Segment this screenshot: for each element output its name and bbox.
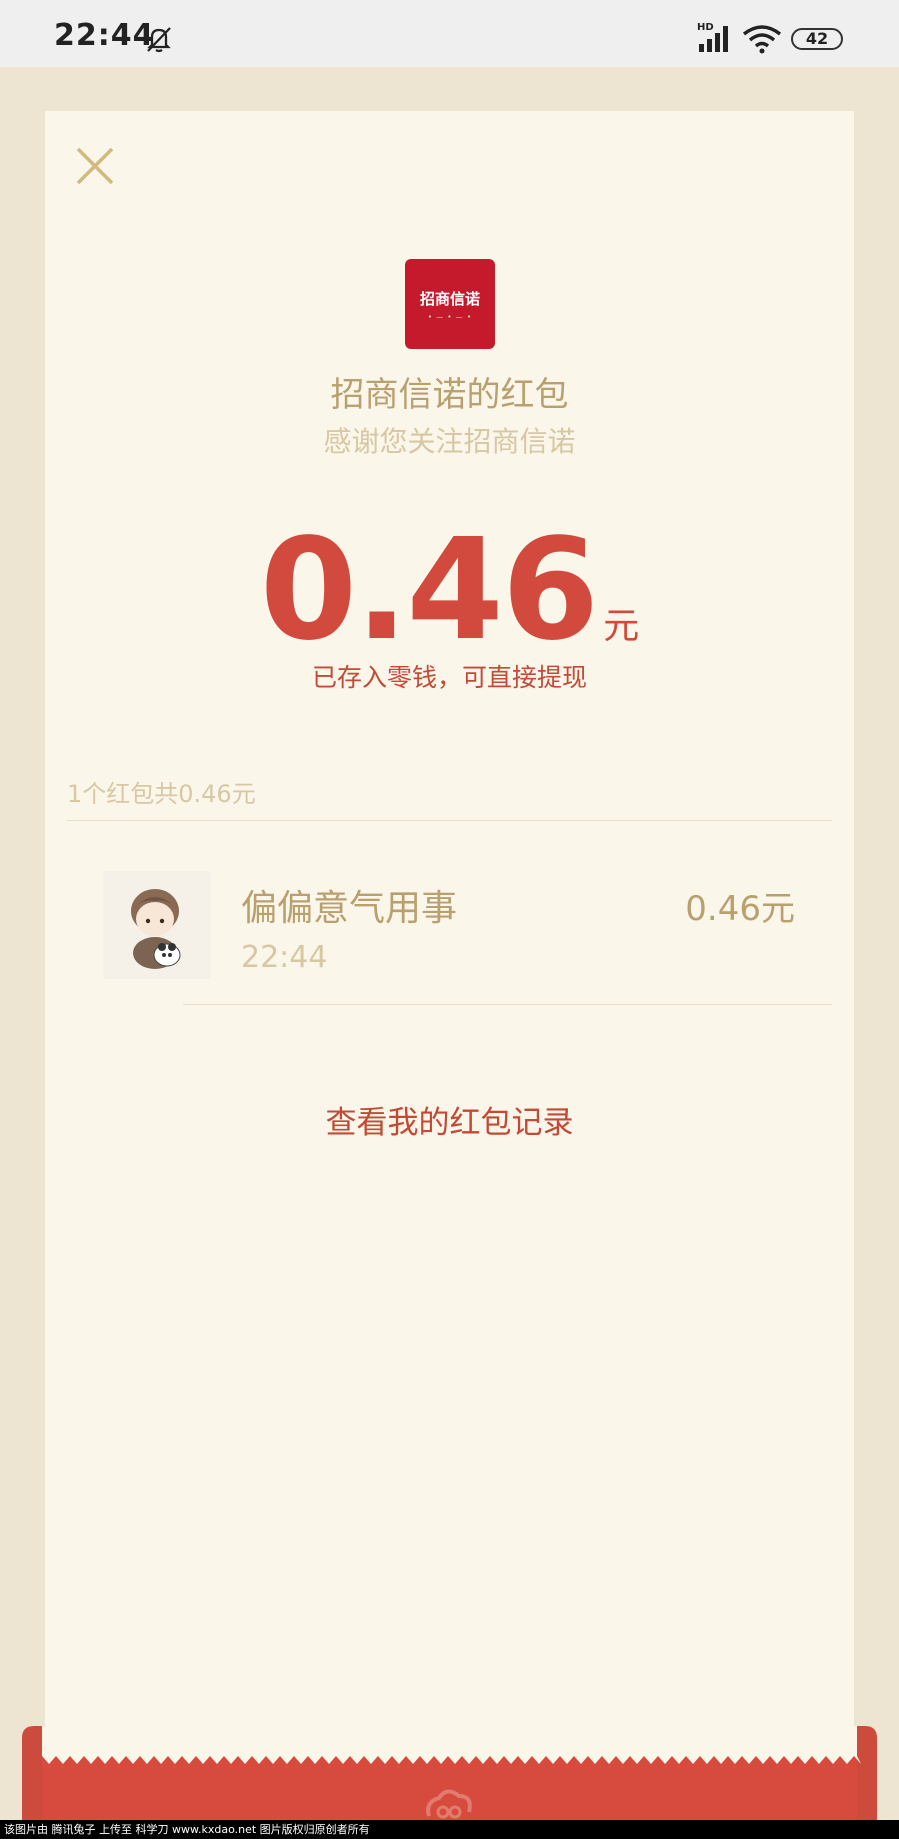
- deposit-note: 已存入零钱，可直接提现: [311, 663, 587, 692]
- receiver-amount: 0.46元: [685, 889, 795, 929]
- amount-value: 0.46: [259, 509, 599, 672]
- row-divider: [183, 1004, 832, 1005]
- packet-summary: 1个红包共0.46元: [67, 780, 256, 808]
- close-icon[interactable]: [75, 146, 115, 186]
- amount-display: 0.46 元: [45, 511, 854, 671]
- sender-logo: 招商信诺 • — • — •: [405, 259, 495, 349]
- receiver-name: 偏偏意气用事: [241, 888, 458, 929]
- avatar-image: [103, 871, 211, 979]
- packet-title: 招商信诺的红包: [330, 375, 569, 415]
- watermark-text: 该图片由 腾讯兔子 上传至 科学刀 www.kxdao.net 图片版权归原创者…: [0, 1820, 899, 1839]
- view-history-link[interactable]: 查看我的红包记录: [45, 1097, 854, 1142]
- battery-icon: 42: [791, 28, 843, 50]
- amount-unit: 元: [603, 606, 640, 647]
- receiver-time: 22:44: [241, 940, 328, 975]
- network-label: HD: [697, 22, 714, 33]
- status-time: 22:44: [54, 18, 155, 53]
- red-packet-card: 招商信诺 • — • — • 招商信诺的红包 感谢您关注招商信诺 0.46 元 已…: [45, 111, 854, 1811]
- divider: [67, 820, 832, 821]
- signal-icon: HD: [697, 22, 728, 52]
- logo-decoration: • — • — •: [427, 312, 473, 321]
- packet-subtitle: 感谢您关注招商信诺: [323, 425, 576, 458]
- avatar: [103, 871, 211, 979]
- status-bar: 22:44 HD 42: [0, 0, 899, 67]
- receiver-row[interactable]: 偏偏意气用事 22:44 0.46元: [103, 871, 832, 1041]
- bell-muted-icon: [147, 27, 171, 53]
- wifi-icon: [742, 25, 782, 54]
- sender-logo-text: 招商信诺: [419, 289, 480, 308]
